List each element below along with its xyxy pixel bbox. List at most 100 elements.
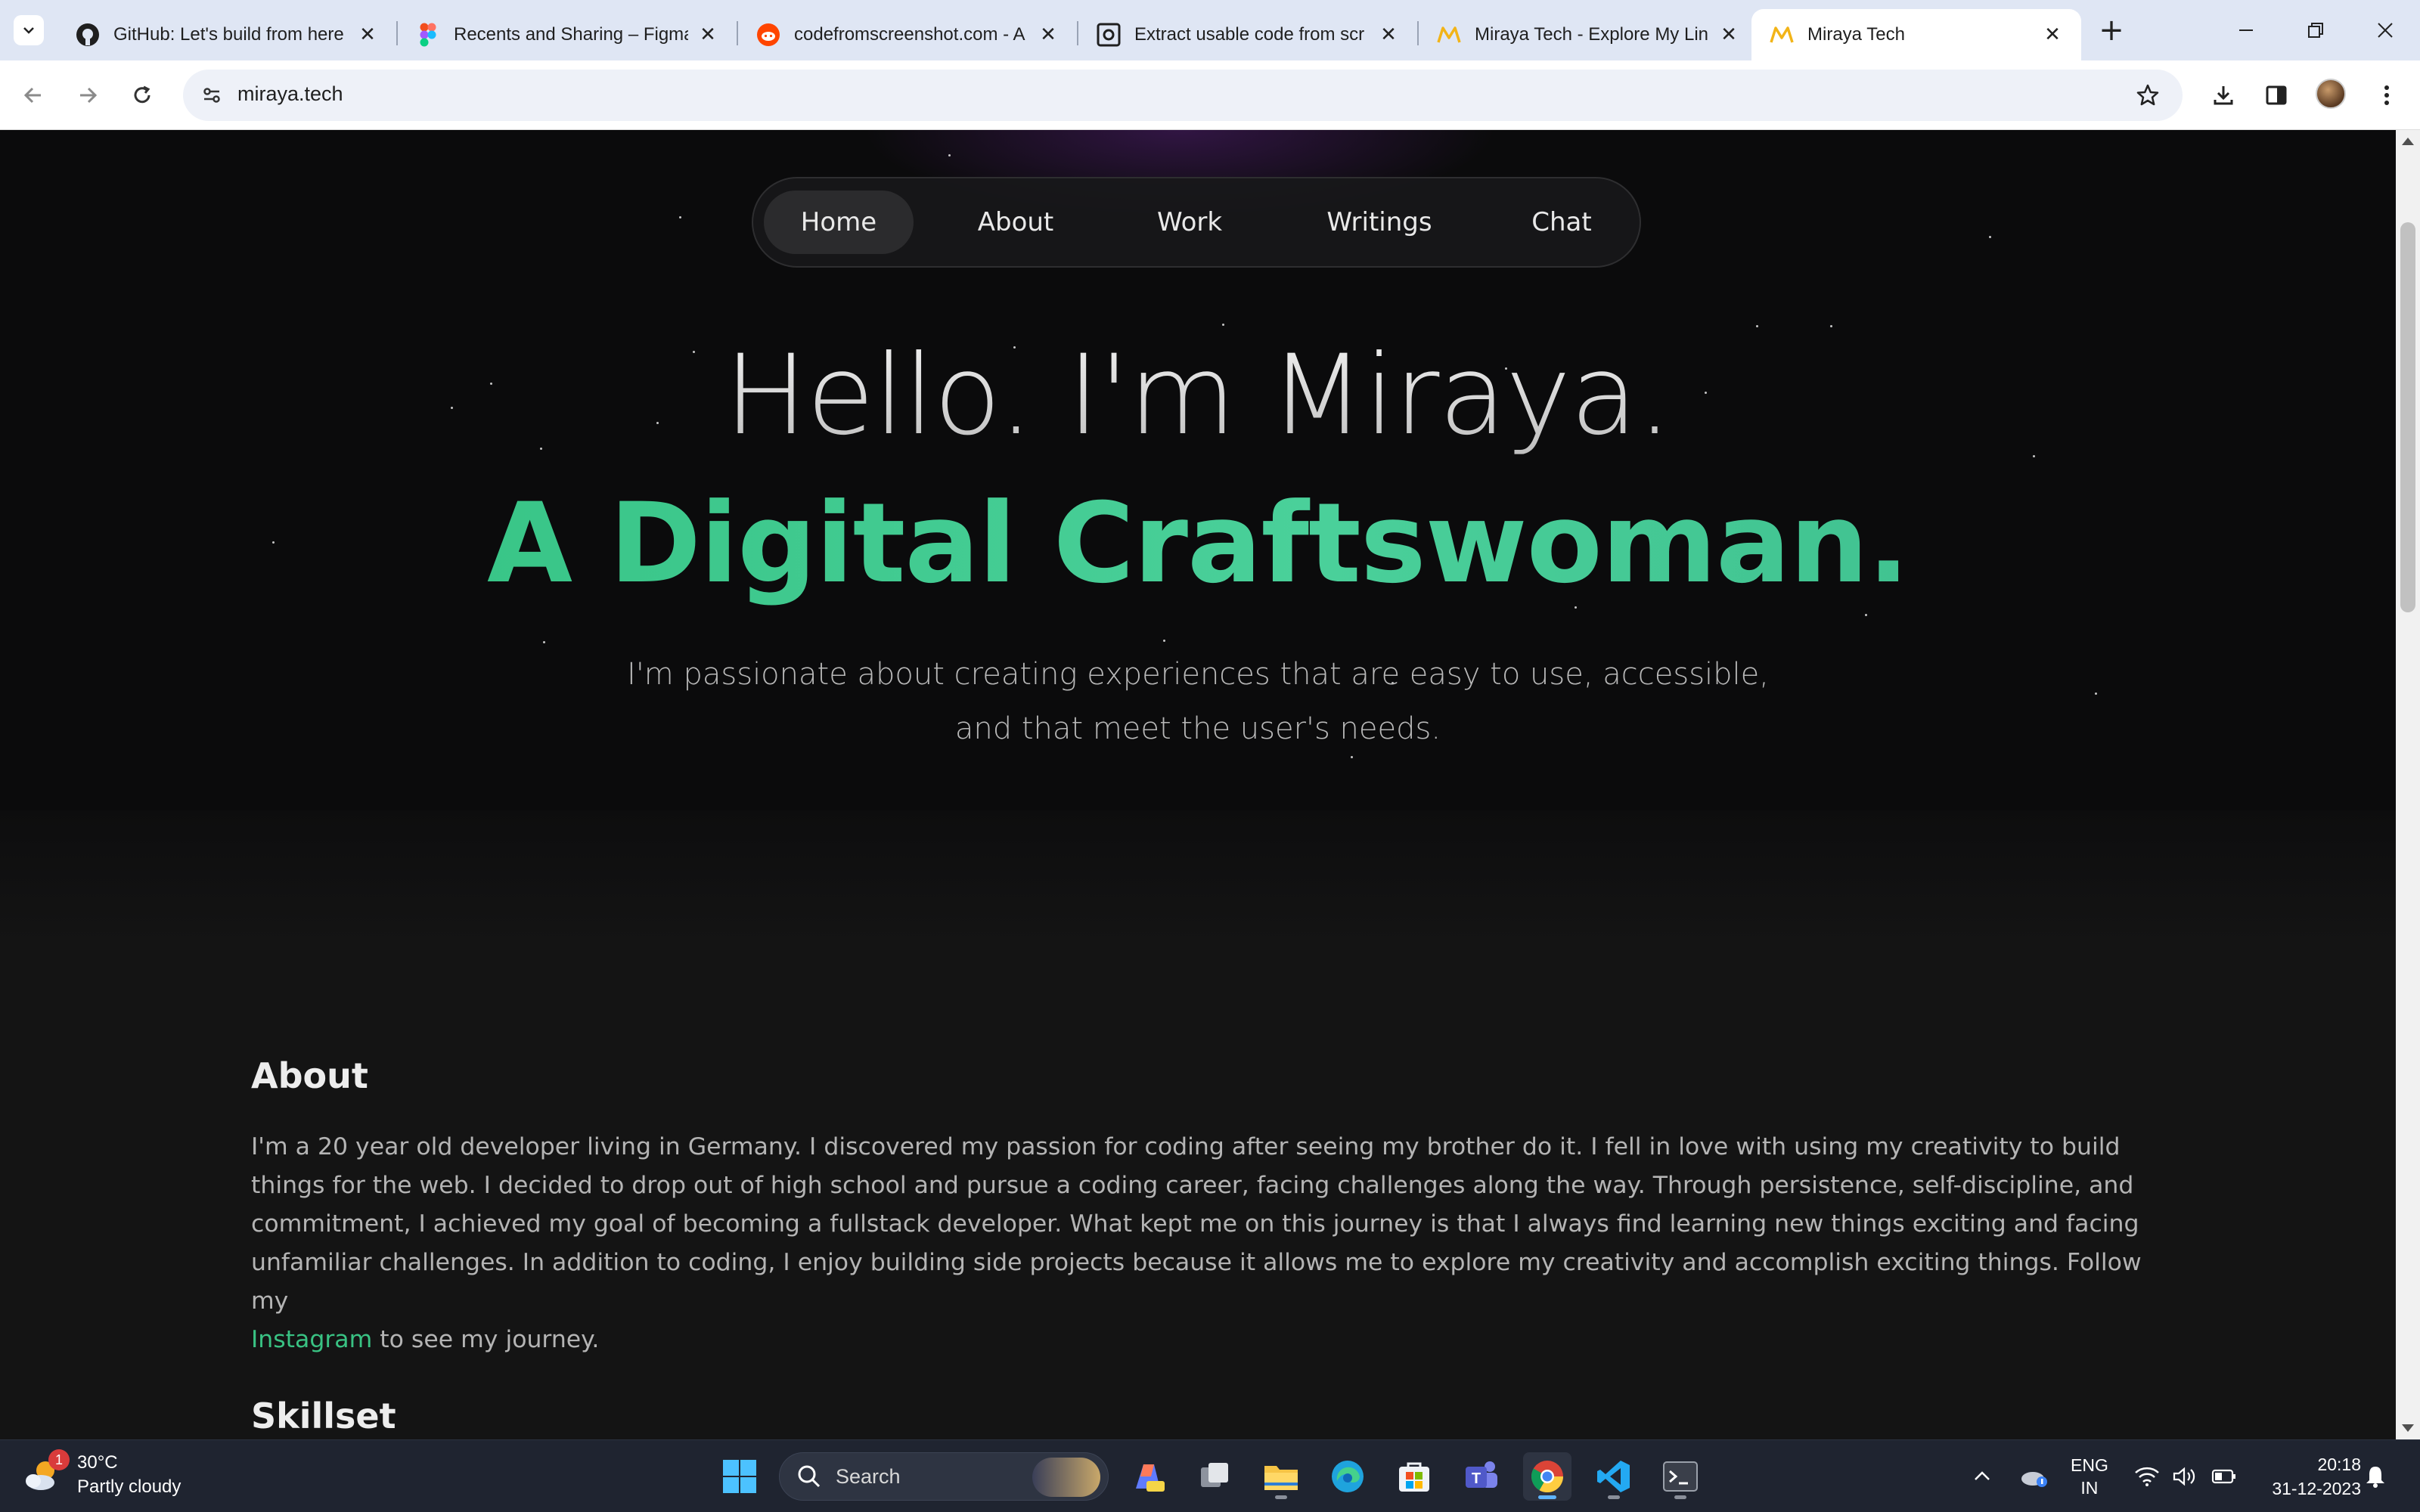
battery-status[interactable]: [2211, 1440, 2237, 1512]
miraya-icon: [1770, 23, 1794, 47]
scroll-down-arrow-icon[interactable]: [2402, 1424, 2414, 1432]
taskbar-app-terminal[interactable]: [1656, 1452, 1705, 1501]
weather-temperature: 30°C: [77, 1452, 118, 1473]
taskbar-app-file-explorer[interactable]: [1257, 1452, 1305, 1501]
nav-link-about[interactable]: About: [914, 191, 1118, 254]
about-text-main: I'm a 20 year old developer living in Ge…: [251, 1133, 2142, 1315]
side-panel-icon[interactable]: [2258, 77, 2294, 113]
nav-link-chat[interactable]: Chat: [1497, 191, 1626, 254]
notifications-button[interactable]: [2364, 1440, 2387, 1512]
running-indicator: [1674, 1495, 1686, 1499]
close-icon[interactable]: ✕: [697, 23, 718, 46]
reddit-icon: [756, 23, 780, 47]
search-icon: [798, 1465, 821, 1488]
github-icon: [76, 23, 100, 47]
hero-tagline: A Digital Craftswoman.: [0, 479, 2396, 608]
nav-link-home[interactable]: Home: [764, 191, 914, 254]
star-decoration: [948, 154, 951, 156]
taskbar-app-vscode[interactable]: [1590, 1452, 1638, 1501]
browser-tab-miraya-active[interactable]: Miraya Tech ✕: [1751, 9, 2081, 60]
taskbar-app-teams[interactable]: T: [1457, 1452, 1505, 1501]
tab-title: Recents and Sharing – Figma: [454, 24, 688, 45]
running-indicator: [1275, 1495, 1287, 1499]
region-code: IN: [2080, 1478, 2099, 1498]
nav-link-writings[interactable]: Writings: [1261, 191, 1497, 254]
browser-tab-miraya-links[interactable]: Miraya Tech - Explore My Lin ✕: [1419, 9, 1758, 60]
browser-tab-extract-code[interactable]: Extract usable code from scr ✕: [1078, 9, 1417, 60]
browser-tab-strip: GitHub: Let's build from here ✕ Recents …: [0, 0, 2420, 60]
taskbar-app-task-view[interactable]: [1190, 1452, 1239, 1501]
forward-button[interactable]: [70, 77, 106, 113]
close-icon[interactable]: ✕: [357, 23, 378, 46]
scrollbar-thumb[interactable]: [2400, 222, 2415, 612]
wifi-status[interactable]: [2134, 1440, 2160, 1512]
bookmark-star-icon[interactable]: [2133, 80, 2163, 110]
back-button[interactable]: [15, 77, 51, 113]
hero-subtitle: I'm passionate about creating experience…: [627, 657, 1769, 746]
page-viewport: Home About Work Writings Chat Hello. I'm…: [0, 130, 2396, 1439]
browser-tab-github[interactable]: GitHub: Let's build from here ✕: [57, 9, 396, 60]
close-window-button[interactable]: [2363, 12, 2408, 48]
volume-icon: [2173, 1467, 2195, 1486]
weather-widget[interactable]: 1 30°C Partly cloudy: [23, 1449, 182, 1498]
chevron-down-icon: [23, 27, 34, 34]
new-tab-button[interactable]: +: [2095, 13, 2128, 48]
about-heading: About: [251, 1055, 368, 1096]
close-icon[interactable]: ✕: [2042, 23, 2063, 46]
close-icon[interactable]: ✕: [1378, 23, 1399, 46]
star-decoration: [1830, 325, 1832, 327]
onedrive-status[interactable]: [2019, 1440, 2049, 1512]
star-decoration: [2095, 692, 2097, 695]
tab-title: codefromscreenshot.com - A: [794, 24, 1025, 45]
taskbar-search-box[interactable]: Search: [779, 1452, 1109, 1501]
address-bar[interactable]: miraya.tech: [183, 70, 2183, 121]
search-placeholder: Search: [836, 1464, 901, 1488]
running-indicator: [1608, 1495, 1620, 1499]
nav-link-work[interactable]: Work: [1118, 191, 1261, 254]
downloads-icon[interactable]: [2205, 77, 2242, 113]
url-text[interactable]: miraya.tech: [237, 82, 343, 106]
page-scrollbar[interactable]: [2396, 130, 2420, 1439]
restore-icon: [2308, 23, 2323, 38]
star-decoration: [1865, 614, 1867, 616]
taskbar-app-chrome[interactable]: [1523, 1452, 1571, 1501]
language-code: ENG: [2071, 1455, 2108, 1475]
figma-icon: [416, 23, 440, 47]
taskbar-app-edge[interactable]: [1323, 1452, 1372, 1501]
edge-icon: [1332, 1461, 1364, 1492]
restore-button[interactable]: [2293, 12, 2338, 48]
task-view-icon: [1201, 1463, 1228, 1487]
profile-avatar[interactable]: [2316, 79, 2346, 109]
browser-tab-figma[interactable]: Recents and Sharing – Figma ✕: [398, 9, 737, 60]
weather-condition: Partly cloudy: [77, 1476, 182, 1497]
site-info-icon[interactable]: [197, 80, 227, 110]
store-icon: [1399, 1462, 1429, 1492]
windows-logo-icon: [723, 1460, 756, 1493]
volume-status[interactable]: [2172, 1440, 2198, 1512]
close-icon[interactable]: ✕: [1718, 23, 1739, 46]
clock[interactable]: 20:18 31-12-2023: [2261, 1440, 2361, 1512]
browser-tab-reddit[interactable]: codefromscreenshot.com - A ✕: [738, 9, 1077, 60]
tab-title: Miraya Tech: [1807, 24, 1905, 45]
taskbar-app-copilot[interactable]: [1124, 1452, 1172, 1501]
scroll-up-arrow-icon[interactable]: [2402, 138, 2414, 145]
tray-overflow-chevron[interactable]: [1972, 1440, 1992, 1512]
language-indicator[interactable]: ENG IN: [2071, 1440, 2108, 1512]
about-text-end: to see my journey.: [380, 1326, 600, 1353]
more-menu-icon[interactable]: [2369, 77, 2405, 113]
tab-search-button[interactable]: [14, 15, 44, 45]
windows-taskbar: 1 30°C Partly cloudy Search T ENG IN 20:…: [0, 1439, 2420, 1512]
close-icon[interactable]: ✕: [1038, 23, 1059, 46]
browser-toolbar: miraya.tech: [0, 60, 2420, 130]
star-decoration: [1989, 236, 1991, 238]
taskbar-app-store[interactable]: [1390, 1452, 1438, 1501]
reload-icon: [134, 85, 150, 104]
close-icon: [2378, 23, 2393, 38]
instagram-link[interactable]: Instagram: [251, 1326, 372, 1353]
reload-button[interactable]: [124, 77, 160, 113]
windows-start-button[interactable]: [715, 1452, 764, 1501]
chevron-up-icon: [1975, 1471, 1990, 1480]
minimize-button[interactable]: [2223, 12, 2269, 48]
star-decoration: [1222, 324, 1224, 326]
star-decoration: [1163, 640, 1165, 642]
